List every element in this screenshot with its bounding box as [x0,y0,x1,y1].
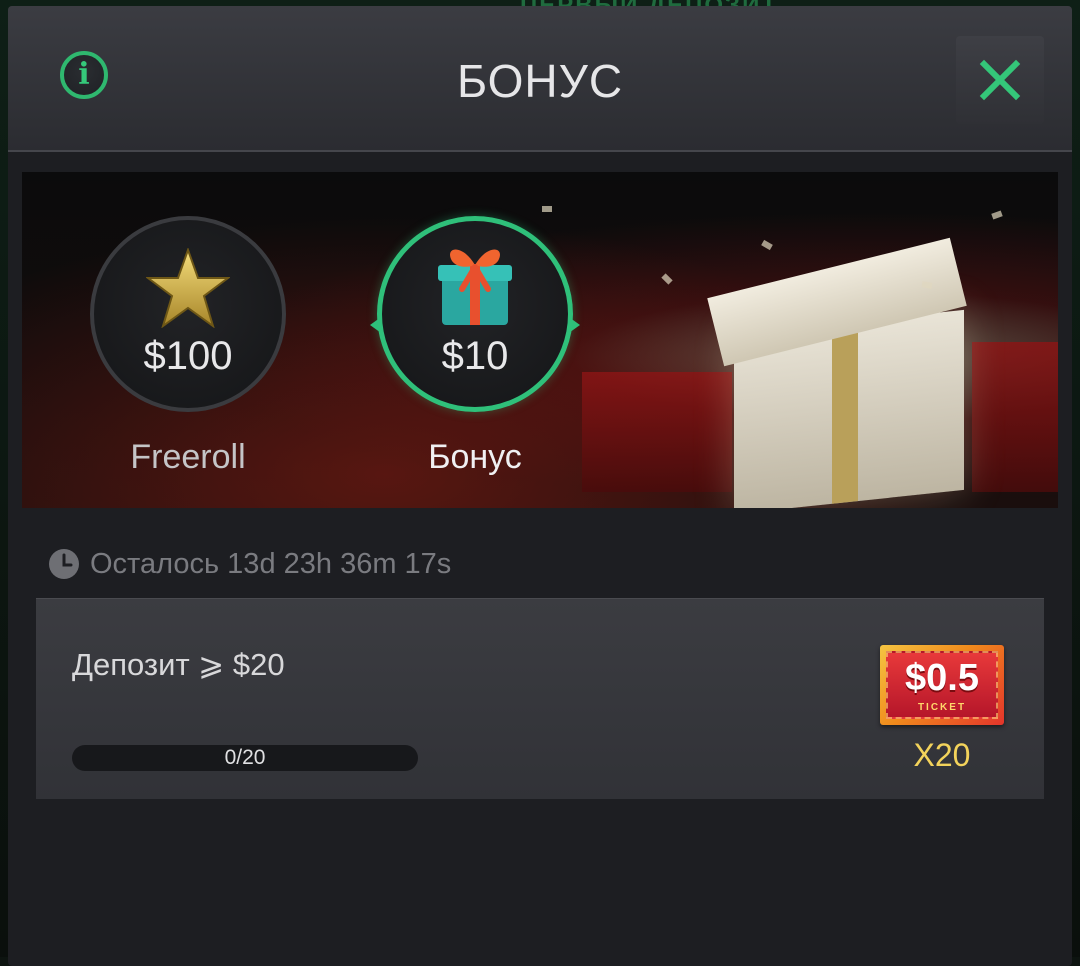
tier-label-freeroll: Freeroll [130,438,246,476]
confetti [661,273,673,285]
confetti [542,206,552,212]
bonus-modal: i БОНУС $100 Freeroll $10 Бонус Осталось… [8,6,1072,966]
countdown-timer: Осталось 13d 23h 36m 17s [48,546,451,582]
modal-header: i БОНУС [8,6,1072,152]
tier-bonus-selected[interactable]: $10 [377,216,573,412]
ticket-label: TICKET [917,702,967,713]
bonus-banner: $100 Freeroll $10 Бонус [22,172,1058,508]
tier-freeroll[interactable]: $100 [90,216,286,412]
clock-icon [49,549,79,579]
tier-amount: $100 [143,334,233,378]
red-gift-decoration [972,342,1058,492]
ticket-value: $0.5 [905,657,979,699]
progress-text: 0/20 [224,746,266,769]
timer-text: Осталось 13d 23h 36m 17s [90,547,452,580]
close-icon [979,59,1021,101]
ticket-face: $0.5 TICKET [886,651,998,719]
task-title: Депозит ⩾ $20 [72,647,285,682]
close-button[interactable] [956,36,1044,124]
confetti [761,239,773,251]
star-icon [146,248,230,328]
deposit-task-card: Депозит ⩾ $20 0/20 $0.5 TICKET X20 [36,598,1044,799]
gift-icon [438,249,512,325]
tier-amount: $10 [441,334,509,378]
task-progress-bar: 0/20 [72,745,418,771]
modal-title: БОНУС [456,55,624,107]
confetti [991,210,1003,220]
reward-ticket: $0.5 TICKET [880,645,1004,725]
tier-label-bonus: Бонус [428,438,522,476]
reward-multiplier: X20 [913,737,971,773]
